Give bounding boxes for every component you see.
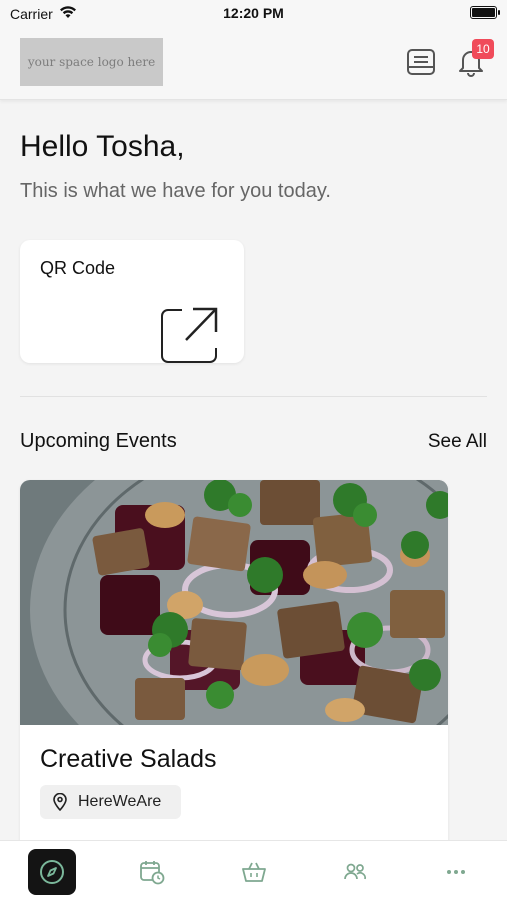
tab-shop[interactable] [230, 849, 278, 895]
bottom-tab-bar [0, 840, 507, 900]
greeting: Hello Tosha, [20, 130, 185, 163]
see-all-link[interactable]: See All [428, 431, 487, 453]
divider [20, 396, 487, 397]
tab-more[interactable] [432, 849, 480, 895]
status-bar: Carrier 12:20 PM [0, 0, 507, 28]
app-header: your space logo here 10 [0, 28, 507, 100]
subtitle: This is what we have for you today. [20, 180, 331, 202]
event-location[interactable]: HereWeAre [40, 785, 182, 819]
qr-code-card[interactable]: QR Code [20, 240, 244, 363]
compass-icon [40, 860, 64, 884]
notification-bell-icon[interactable]: 10 [455, 39, 494, 78]
tab-schedule[interactable] [128, 849, 176, 895]
event-title: Creative Salads [40, 745, 217, 773]
battery-icon [470, 6, 500, 19]
tab-community[interactable] [331, 849, 379, 895]
calendar-clock-icon [140, 861, 165, 885]
inbox-icon[interactable] [405, 46, 437, 78]
logo: your space logo here [20, 38, 163, 86]
notification-badge: 10 [472, 39, 494, 59]
event-card[interactable]: Creative Salads HereWeAre [20, 480, 448, 840]
main-content[interactable]: Hello Tosha, This is what we have for yo… [0, 100, 507, 840]
qr-code-title: QR Code [40, 258, 116, 278]
upcoming-events-title: Upcoming Events [20, 430, 177, 452]
more-icon [447, 870, 465, 874]
basket-icon [242, 862, 266, 882]
event-location-label: HereWeAre [78, 793, 162, 810]
logo-text: your space logo here [27, 55, 156, 69]
open-external-icon [161, 307, 218, 363]
status-time: 12:20 PM [223, 5, 284, 21]
tab-explore[interactable] [28, 849, 76, 895]
event-image [20, 480, 448, 725]
location-pin-icon [53, 793, 67, 811]
people-icon [344, 863, 366, 880]
